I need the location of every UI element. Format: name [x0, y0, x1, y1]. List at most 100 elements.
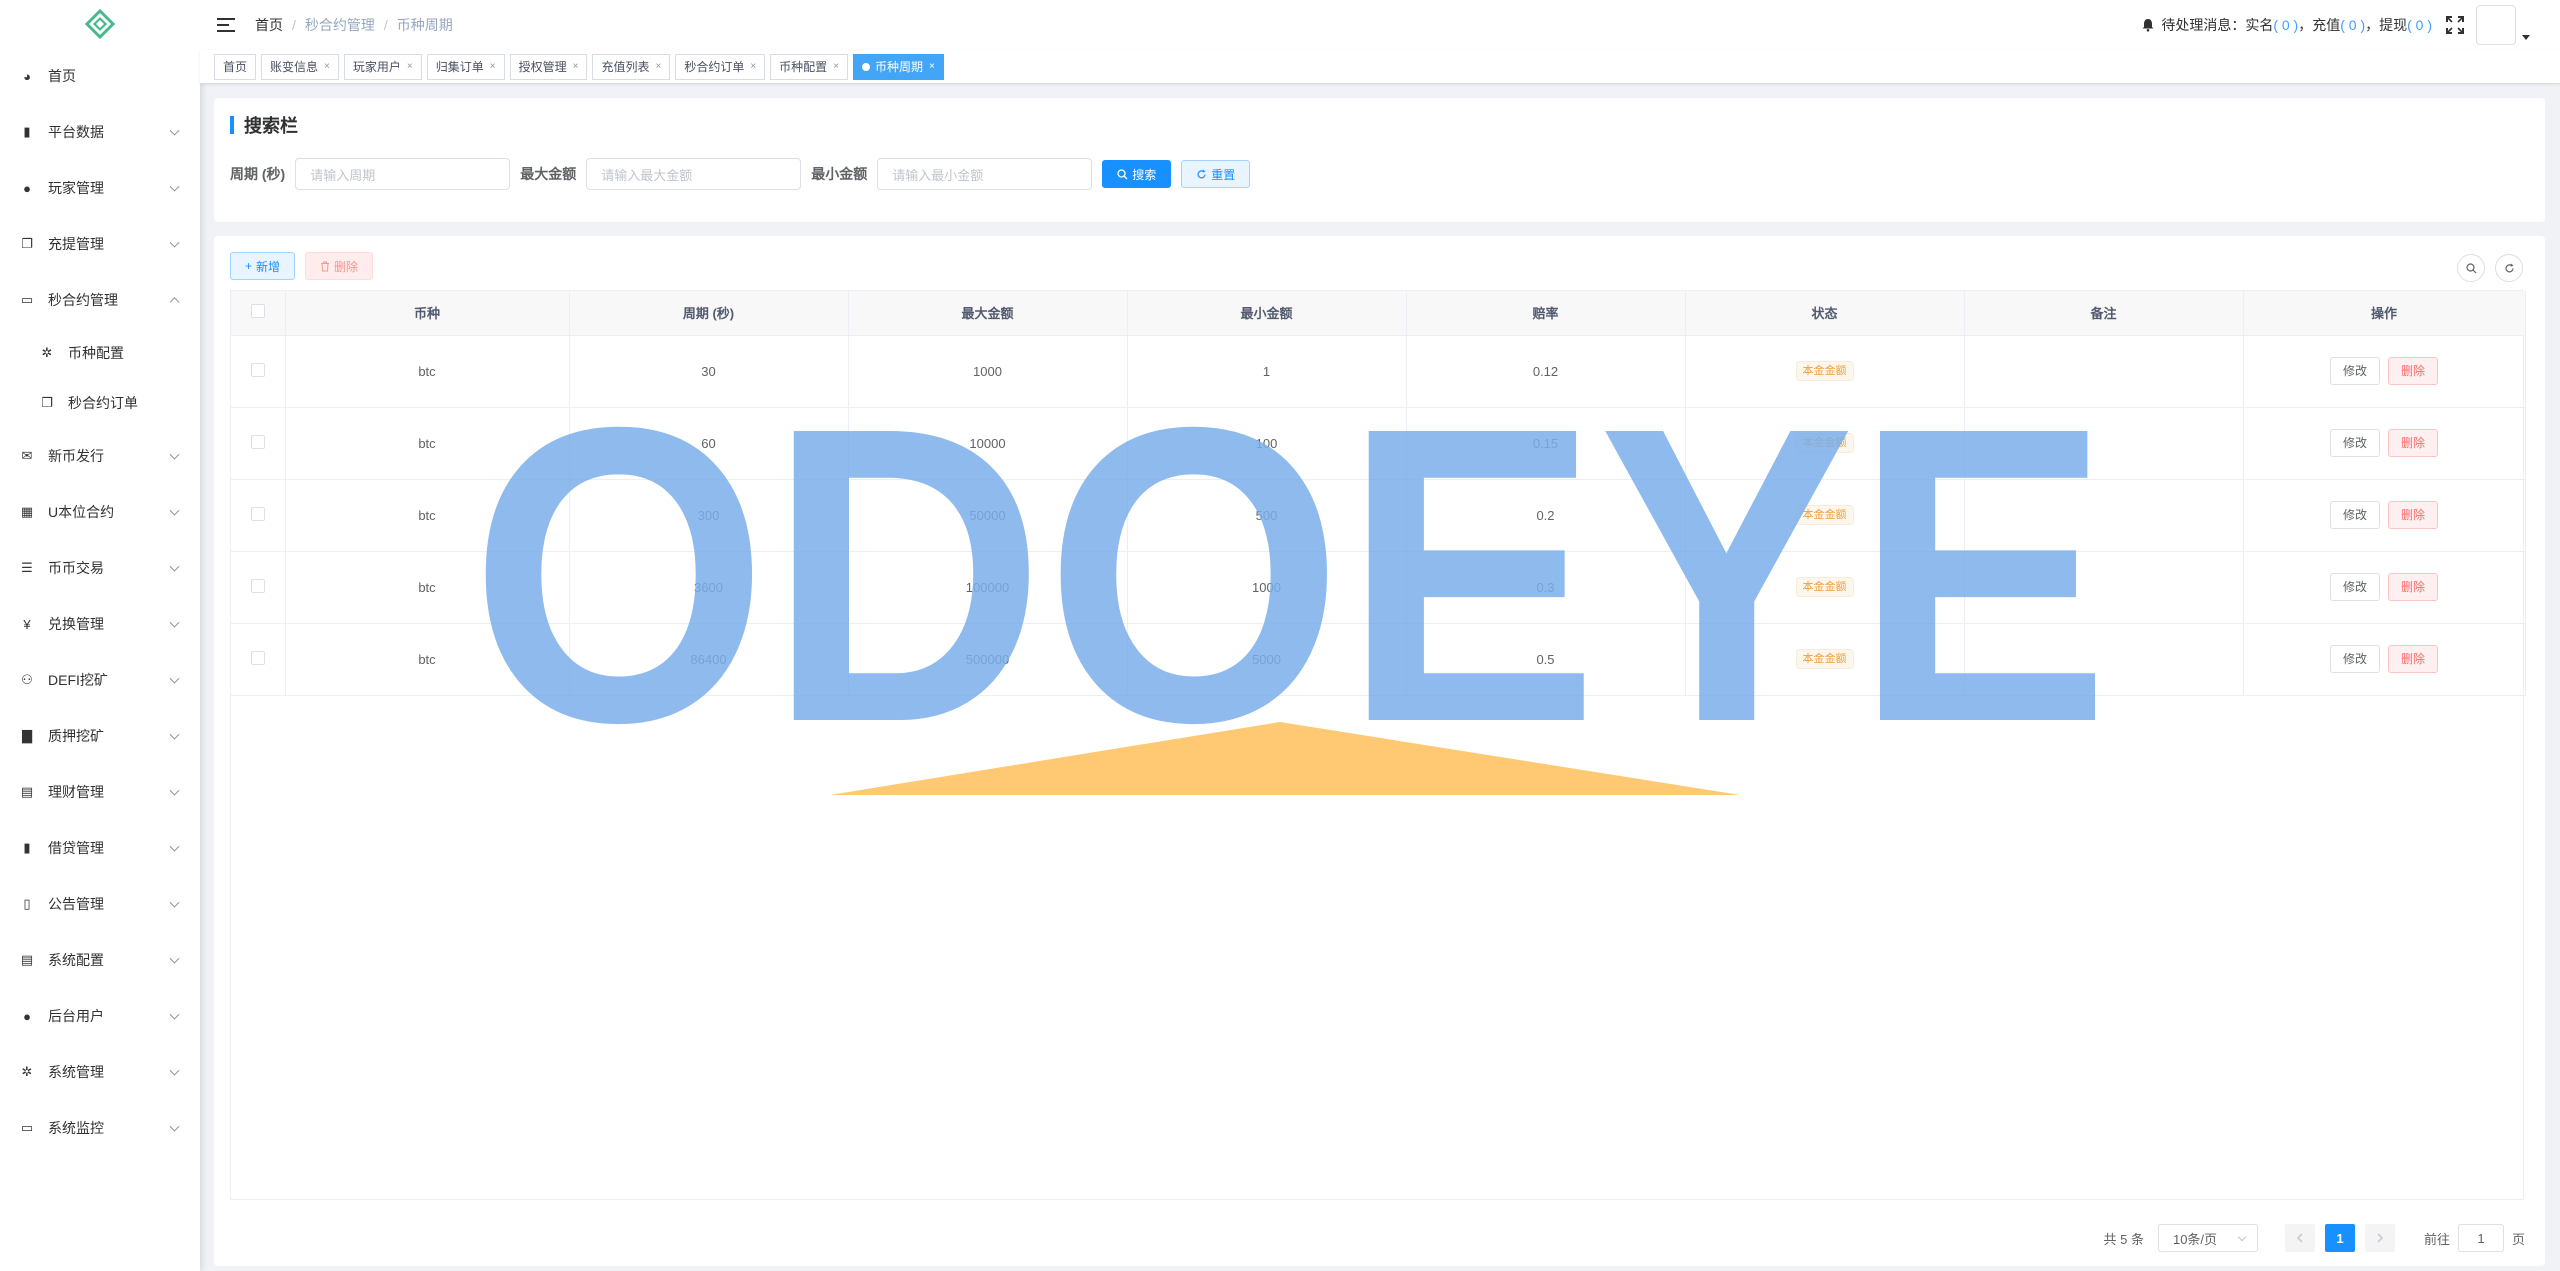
- close-icon[interactable]: ×: [407, 55, 413, 79]
- close-icon[interactable]: ×: [655, 55, 661, 79]
- sidebar-item[interactable]: ▮ 平台数据: [0, 104, 200, 160]
- delete-button[interactable]: 删除: [2388, 429, 2439, 457]
- sidebar-item[interactable]: ❐ 秒合约订单: [0, 378, 200, 428]
- close-icon[interactable]: ×: [324, 55, 330, 79]
- delete-button[interactable]: 删除: [2388, 645, 2439, 673]
- tab-tag[interactable]: 秒合约订单 ×: [675, 53, 766, 80]
- status-badge: 本金金额: [1795, 361, 1854, 381]
- sidebar-item[interactable]: ✉ 新币发行: [0, 428, 200, 484]
- row-checkbox[interactable]: [250, 362, 265, 377]
- tab-tag[interactable]: 充值列表 ×: [592, 53, 671, 80]
- tab-tag[interactable]: 玩家用户 ×: [343, 53, 422, 80]
- sidebar-item[interactable]: ● 玩家管理: [0, 160, 200, 216]
- edit-button[interactable]: 修改: [2329, 645, 2380, 673]
- close-icon[interactable]: ×: [929, 55, 935, 79]
- sidebar-item[interactable]: ◕ 首页: [0, 48, 200, 104]
- bulk-delete-button[interactable]: 删除: [305, 252, 374, 280]
- sidebar-item[interactable]: ▯ 公告管理: [0, 876, 200, 932]
- tab-tag[interactable]: 首页: [214, 53, 257, 80]
- avatar[interactable]: [2476, 5, 2516, 45]
- prev-page-button[interactable]: [2284, 1224, 2315, 1252]
- logo-icon: [85, 9, 115, 39]
- sidebar-item[interactable]: ▇ 质押挖矿: [0, 708, 200, 764]
- select-all-checkbox[interactable]: [250, 304, 265, 319]
- pending-label: 待处理消息：实名: [2161, 17, 2274, 33]
- row-checkbox[interactable]: [250, 506, 265, 521]
- search-button[interactable]: 搜索: [1102, 160, 1172, 188]
- fullscreen-icon[interactable]: [2446, 16, 2464, 34]
- row-checkbox[interactable]: [250, 434, 265, 449]
- realname-count[interactable]: ( 0 ): [2273, 17, 2298, 33]
- sidebar-item[interactable]: ● 后台用户: [0, 988, 200, 1044]
- breadcrumb-home[interactable]: 首页: [255, 15, 283, 35]
- recharge-count[interactable]: ( 0 ): [2340, 17, 2365, 33]
- row-checkbox[interactable]: [250, 650, 265, 665]
- edit-button[interactable]: 修改: [2329, 573, 2380, 601]
- row-checkbox[interactable]: [250, 578, 265, 593]
- cell-min: 1000: [1127, 551, 1407, 624]
- tab-tag[interactable]: 币种周期 ×: [853, 53, 944, 80]
- sidebar-item[interactable]: ✲ 系统管理: [0, 1044, 200, 1100]
- period-input[interactable]: 请输入周期: [295, 158, 511, 190]
- sidebar-item-label: 系统监控: [48, 1120, 104, 1136]
- logo[interactable]: [0, 0, 200, 48]
- close-icon[interactable]: ×: [573, 55, 579, 79]
- avatar-caret-icon[interactable]: [2522, 34, 2530, 40]
- table-row: btc 300 50000 500 0.2 本金金额 修改 删除: [231, 479, 2526, 552]
- sidebar-item[interactable]: ▮ 借贷管理: [0, 820, 200, 876]
- sidebar-item[interactable]: ¥ 兑换管理: [0, 596, 200, 652]
- add-button[interactable]: + 新增: [230, 252, 296, 280]
- sidebar-item[interactable]: ⚇ DEFI挖矿: [0, 652, 200, 708]
- reset-button[interactable]: 重置: [1181, 160, 1251, 188]
- cell-status: 本金金额: [1685, 407, 1965, 480]
- toggle-search-button[interactable]: [2457, 254, 2485, 282]
- sidebar-item[interactable]: ☰ 币币交易: [0, 540, 200, 596]
- sidebar-item[interactable]: ▭ 系统监控: [0, 1100, 200, 1156]
- sidebar-item[interactable]: ▭ 秒合约管理: [0, 272, 200, 328]
- sidebar-item[interactable]: ▦ U本位合约: [0, 484, 200, 540]
- edit-button[interactable]: 修改: [2329, 357, 2380, 385]
- page-number-button[interactable]: 1: [2324, 1224, 2355, 1252]
- tab-tag[interactable]: 授权管理 ×: [509, 53, 588, 80]
- page-size-select[interactable]: 10条/页: [2157, 1224, 2258, 1252]
- sidebar-item-label: 秒合约管理: [48, 292, 118, 308]
- bell-icon[interactable]: [2141, 18, 2155, 32]
- max-amount-input[interactable]: 请输入最大金额: [586, 158, 802, 190]
- close-icon[interactable]: ×: [833, 55, 839, 79]
- status-badge: 本金金额: [1795, 649, 1854, 669]
- tab-tag[interactable]: 归集订单 ×: [426, 53, 505, 80]
- close-icon[interactable]: ×: [750, 55, 756, 79]
- sidebar-item[interactable]: ▤ 理财管理: [0, 764, 200, 820]
- min-amount-input[interactable]: 请输入最小金额: [877, 158, 1093, 190]
- delete-button[interactable]: 删除: [2388, 357, 2439, 385]
- hamburger-icon[interactable]: [217, 18, 235, 32]
- sidebar-item[interactable]: ❐ 充提管理: [0, 216, 200, 272]
- withdraw-count[interactable]: ( 0 ): [2407, 17, 2432, 33]
- tab-tag-label: 账变信息: [270, 59, 319, 74]
- table-header-row: 币种 周期 (秒) 最大金额 最小金额 赔率 状态 备注 操作: [231, 291, 2526, 336]
- tags-view: 首页 账变信息 × 玩家用户 × 归集订单 × 授权管理 × 充值列表 × 秒合约订单 × 币种配置 × 币种…: [200, 50, 2560, 84]
- edit-button[interactable]: 修改: [2329, 429, 2380, 457]
- page-suffix: 页: [2511, 1231, 2525, 1247]
- delete-button[interactable]: 删除: [2388, 573, 2439, 601]
- tab-tag[interactable]: 币种配置 ×: [770, 53, 849, 80]
- close-icon[interactable]: ×: [490, 55, 496, 79]
- right-menu: 待处理消息：实名 ( 0 ) ，充值 ( 0 ) ，提现 ( 0 ): [2141, 0, 2530, 50]
- tab-tag[interactable]: 账变信息 ×: [261, 53, 339, 80]
- delete-button[interactable]: 删除: [2388, 501, 2439, 529]
- period-label: 周期 (秒): [230, 166, 286, 182]
- edit-button[interactable]: 修改: [2329, 501, 2380, 529]
- sidebar-item[interactable]: ▤ 系统配置: [0, 932, 200, 988]
- goto-page-input[interactable]: 1: [2457, 1224, 2504, 1252]
- money-icon: ▮: [23, 840, 31, 855]
- refresh-table-button[interactable]: [2495, 254, 2523, 282]
- sidebar-item-label: 币币交易: [48, 560, 104, 576]
- chevron-down-icon: [169, 617, 180, 628]
- sidebar-item[interactable]: ✲ 币种配置: [0, 328, 200, 378]
- table-toolbar: + 新增 删除: [230, 252, 383, 280]
- breadcrumb-second-contract[interactable]: 秒合约管理: [305, 15, 375, 35]
- pagination: 共 5 条 10条/页 1 前往 1 页: [2104, 1224, 2525, 1252]
- cell-period: 3600: [569, 551, 849, 624]
- plus-icon: +: [245, 259, 253, 273]
- next-page-button[interactable]: [2364, 1224, 2395, 1252]
